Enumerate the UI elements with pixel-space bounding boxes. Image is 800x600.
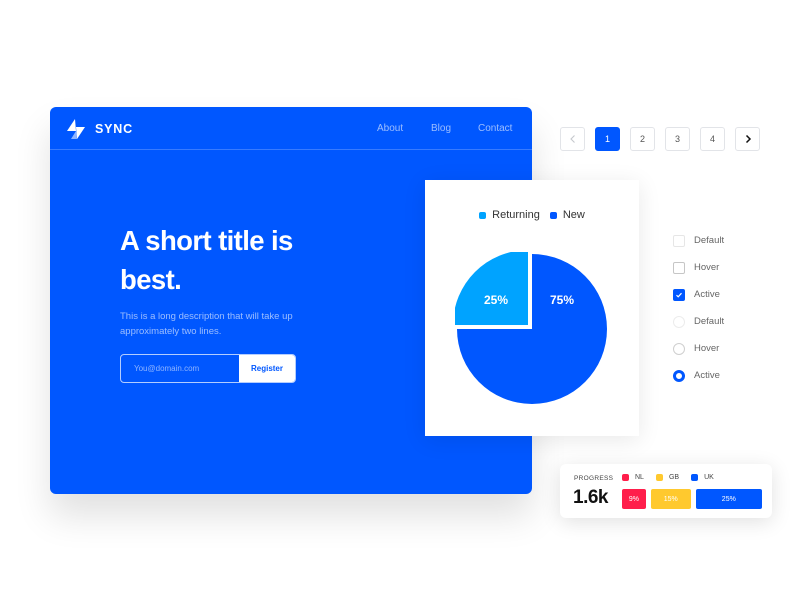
radio-hover-row[interactable]: Hover: [673, 342, 724, 355]
progress-legend-dot: [622, 474, 629, 481]
checkbox-label: Default: [694, 235, 725, 246]
radio-active[interactable]: [673, 369, 685, 382]
chart-legend: Returning New: [425, 209, 639, 221]
legend-item-new: New: [549, 209, 585, 221]
pie-slice-returning[interactable]: [455, 252, 529, 326]
hero-description: This is a long description that will tak…: [120, 311, 293, 337]
progress-label: PROGRESS: [574, 475, 614, 482]
brand-name[interactable]: SYNC: [95, 122, 133, 136]
legend-label-returning: Returning: [492, 209, 540, 221]
page-button-3[interactable]: 3: [665, 127, 690, 151]
pie-label-new: 75%: [550, 293, 574, 307]
register-button[interactable]: Register: [239, 355, 295, 382]
chevron-left-icon: [569, 135, 575, 143]
pie-label-returning: 25%: [484, 293, 508, 307]
hero-navbar: SYNC About Blog Contact: [50, 107, 532, 150]
progress-legend-label: NL: [635, 474, 644, 481]
checkbox-default[interactable]: [673, 234, 685, 247]
progress-legend: NL GB UK: [622, 474, 714, 481]
signup-form: Register: [120, 354, 296, 383]
page-button-4[interactable]: 4: [700, 127, 725, 151]
progress-legend-uk: UK: [691, 474, 714, 481]
progress-card: PROGRESS 1.6k NL GB UK 9% 15% 25%: [560, 464, 772, 518]
nav-link-about[interactable]: About: [377, 123, 403, 134]
progress-legend-nl: NL: [622, 474, 644, 481]
progress-total: 1.6k: [573, 487, 608, 508]
radio-hover[interactable]: [673, 342, 685, 355]
page-button-2[interactable]: 2: [630, 127, 655, 151]
progress-bar-nl: 9%: [622, 489, 646, 509]
nav-link-contact[interactable]: Contact: [478, 123, 512, 134]
progress-legend-label: GB: [668, 474, 680, 481]
progress-bars: 9% 15% 25%: [622, 489, 762, 509]
radio-default-row[interactable]: Default: [673, 315, 724, 328]
checkbox-hover[interactable]: [673, 261, 685, 274]
pagination: 1 2 3 4: [560, 127, 760, 151]
radio-default[interactable]: [673, 315, 685, 328]
legend-label-new: New: [562, 209, 585, 221]
progress-bar-uk: 25%: [695, 489, 762, 509]
checkbox-default-row[interactable]: Default: [673, 234, 724, 247]
nav-link-blog[interactable]: Blog: [431, 123, 451, 134]
progress-legend-dot: [691, 474, 699, 481]
page-button-1[interactable]: 1: [595, 127, 620, 151]
form-control-states: Default Hover Active Default Hover Active: [673, 234, 724, 396]
pie-chart: 75% 25%: [455, 252, 607, 404]
checkbox-label: Active: [694, 289, 720, 300]
checkbox-active-row[interactable]: Active: [673, 288, 724, 301]
checkmark-icon: [676, 292, 682, 298]
radio-label: Active: [694, 370, 720, 381]
checkbox-hover-row[interactable]: Hover: [673, 261, 724, 274]
email-input[interactable]: [121, 355, 239, 382]
hero-title: A short title is best.: [120, 225, 293, 295]
progress-bar-gb: 15%: [650, 489, 691, 509]
prev-page-button[interactable]: [560, 127, 585, 151]
pie-chart-card: Returning New 75% 25%: [425, 180, 639, 436]
radio-label: Hover: [694, 343, 720, 354]
radio-active-row[interactable]: Active: [673, 369, 724, 382]
next-page-button[interactable]: [735, 127, 760, 151]
legend-swatch-new: [549, 211, 557, 219]
progress-legend-gb: GB: [655, 474, 680, 481]
legend-item-returning: Returning: [479, 209, 540, 221]
checkbox-label: Hover: [694, 262, 720, 273]
radio-label: Default: [694, 316, 725, 327]
progress-legend-label: UK: [704, 474, 714, 481]
chevron-right-icon: [745, 134, 751, 144]
lightning-bolt-icon[interactable]: [65, 118, 87, 140]
legend-swatch-returning: [479, 211, 487, 219]
checkbox-active[interactable]: [673, 288, 685, 301]
progress-legend-dot: [655, 474, 663, 481]
